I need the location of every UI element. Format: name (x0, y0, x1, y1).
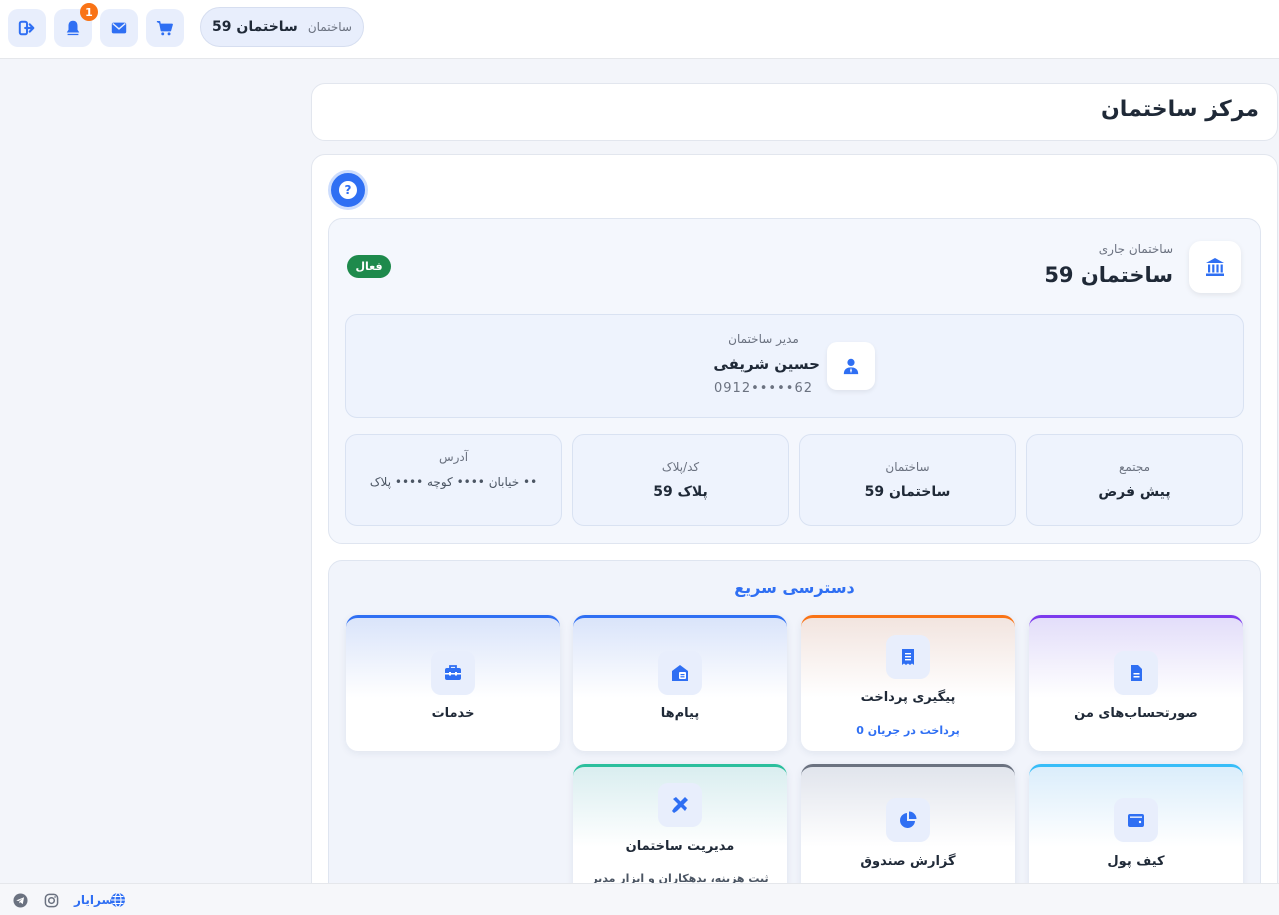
info-card-building: ساختمان ساختمان 59 (799, 434, 1016, 526)
tile-icon-box (886, 635, 930, 679)
info-value: خیابان •••• کوچه •••• پلاک •• (369, 475, 538, 489)
status-badge: فعال (347, 255, 391, 278)
invoice-icon (1131, 665, 1142, 681)
info-value: پلاک 59 (653, 484, 708, 500)
notification-count-badge: 1 (80, 3, 98, 21)
tile-label: مدیریت ساختمان (625, 839, 735, 854)
tile-icon-box (1114, 798, 1158, 842)
envelope-open-icon (672, 665, 688, 681)
info-label: مجتمع (1118, 460, 1151, 474)
tile-icon-box (431, 651, 475, 695)
user-tie-icon (843, 358, 859, 375)
tile-my-invoices[interactable]: صورتحساب‌های من (1029, 615, 1243, 751)
manager-avatar (827, 342, 875, 390)
manager-phone: 0912•••••62 (714, 381, 813, 396)
tile-icon-box (658, 651, 702, 695)
info-label: ساختمان (885, 460, 930, 474)
tile-label: خدمات (431, 706, 475, 721)
info-card-address: آدرس خیابان •••• کوچه •••• پلاک •• (345, 434, 562, 526)
page-title: مرکز ساختمان (1101, 97, 1259, 122)
help-button[interactable]: ? (328, 170, 368, 210)
pie-chart-icon (900, 811, 917, 828)
info-value: ساختمان 59 (864, 484, 951, 500)
telegram-icon (12, 892, 28, 908)
building-selector[interactable]: ساختمان ساختمان 59 (200, 7, 364, 47)
building-selector-value: ساختمان 59 (212, 19, 298, 35)
notifications-button[interactable]: 1 (54, 3, 98, 47)
logout-icon (18, 20, 35, 36)
tile-label: صورتحساب‌های من (1074, 706, 1198, 721)
building-icon-box (1189, 241, 1241, 293)
current-building-name: ساختمان 59 (1044, 263, 1173, 287)
footer-bar: اسرایار (0, 883, 1279, 915)
tile-fund-report[interactable]: گزارش صندوق (801, 764, 1015, 900)
instagram-icon (44, 893, 58, 907)
bank-building-icon (1206, 258, 1224, 276)
info-card-plaque: کد/پلاک پلاک 59 (572, 434, 789, 526)
tile-services[interactable]: خدمات (346, 615, 560, 751)
logout-button[interactable] (8, 9, 46, 47)
question-icon: ? (339, 181, 357, 199)
globe-icon (111, 892, 125, 908)
quick-access-title: دسترسی سریع (734, 578, 855, 597)
current-building-label: ساختمان جاری (1098, 242, 1173, 256)
wallet-icon (1128, 814, 1144, 827)
toolbox-icon (445, 665, 461, 680)
tile-label: گزارش صندوق (860, 854, 956, 869)
tile-icon-box (886, 798, 930, 842)
mail-icon (111, 22, 127, 34)
tile-label: پیگیری پرداخت (860, 690, 956, 705)
bell-icon (66, 20, 80, 36)
tile-building-management[interactable]: مدیریت ساختمان ثبت هزینه، بدهکاران و ابز… (573, 764, 787, 900)
info-label: آدرس (438, 450, 469, 464)
tile-label: پیام‌ها (660, 706, 700, 721)
telegram-link[interactable] (12, 892, 28, 908)
tile-messages[interactable]: پیام‌ها (573, 615, 787, 751)
tile-payment-tracking[interactable]: پیگیری پرداخت 0 پرداخت در جریان (801, 615, 1015, 751)
building-selector-label: ساختمان (307, 20, 352, 34)
cart-button[interactable] (146, 9, 184, 47)
tile-subtext: 0 پرداخت در جریان (856, 724, 960, 737)
tile-icon-box (658, 783, 702, 827)
info-value: پیش فرض (1098, 484, 1171, 500)
info-card-complex: مجتمع پیش فرض (1026, 434, 1243, 526)
instagram-link[interactable] (43, 892, 59, 908)
messages-button[interactable] (100, 9, 138, 47)
tile-wallet[interactable]: کیف پول (1029, 764, 1243, 900)
manager-label: مدیر ساختمان (728, 332, 799, 346)
manager-name: حسین شریفی (713, 355, 820, 373)
tile-icon-box (1114, 651, 1158, 695)
cart-icon (156, 20, 173, 36)
receipt-icon (902, 649, 914, 665)
tile-label: کیف پول (1107, 854, 1165, 869)
info-label: کد/پلاک (661, 460, 700, 474)
page-title-card: مرکز ساختمان (311, 83, 1278, 141)
top-bar: 1 ساختمان ساختمان 59 (0, 0, 1279, 59)
tools-icon (672, 797, 688, 813)
website-link[interactable] (110, 892, 126, 908)
